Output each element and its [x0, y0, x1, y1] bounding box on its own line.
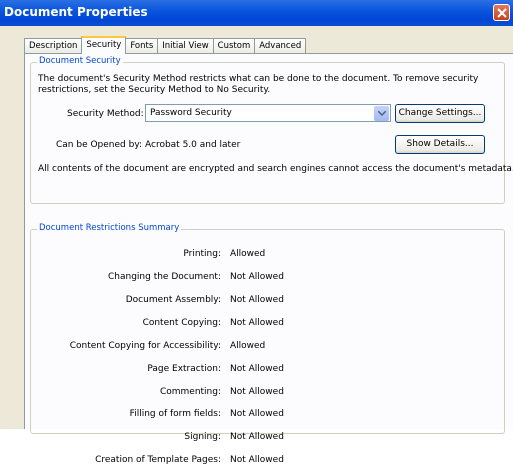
dialog-body: Description Security Fonts Initial View … — [0, 26, 513, 465]
restriction-label: Signing: — [184, 432, 221, 442]
restriction-label: Page Extraction: — [147, 364, 221, 374]
dropdown-arrow[interactable] — [374, 106, 389, 121]
security-method-label: Security Method: — [67, 109, 144, 119]
opened-by-label: Can be Opened by: — [56, 140, 143, 150]
security-description-line2: restrictions, set the Security Method to… — [38, 85, 271, 95]
show-details-button[interactable]: Show Details... — [395, 135, 485, 154]
restriction-value: Allowed — [230, 341, 266, 351]
tab-fonts[interactable]: Fonts — [125, 38, 159, 53]
restriction-label: Commenting: — [159, 387, 221, 397]
restriction-value: Not Allowed — [230, 364, 284, 374]
document-security-legend: Document Security — [37, 56, 123, 66]
security-tab-panel: Document Security The document's Securit… — [24, 53, 513, 465]
change-settings-button[interactable]: Change Settings... — [395, 104, 485, 123]
restriction-label: Filling of form fields: — [129, 409, 221, 419]
restriction-value: Not Allowed — [230, 432, 284, 442]
restriction-label: Changing the Document: — [108, 272, 221, 282]
restriction-label: Document Assembly: — [125, 295, 221, 305]
opened-by-value: Acrobat 5.0 and later — [145, 140, 241, 150]
restriction-label: Content Copying for Accessibility: — [69, 341, 221, 351]
title-bar: Document Properties — [0, 0, 513, 26]
tab-initial-view[interactable]: Initial View — [157, 38, 214, 53]
encryption-note: All contents of the document are encrypt… — [38, 164, 513, 174]
restriction-value: Not Allowed — [230, 295, 284, 305]
chevron-down-icon — [378, 111, 386, 116]
document-security-group: Document Security The document's Securit… — [30, 56, 513, 204]
restriction-value: Not Allowed — [230, 409, 284, 419]
restriction-value: Allowed — [230, 249, 266, 259]
tab-advanced[interactable]: Advanced — [254, 38, 307, 53]
restriction-label: Content Copying: — [142, 318, 221, 328]
window-title: Document Properties — [4, 5, 148, 19]
restrictions-group: Document Restrictions Summary Printing: … — [30, 223, 505, 465]
restriction-value: Not Allowed — [230, 387, 284, 397]
close-button[interactable] — [493, 4, 510, 21]
close-icon — [497, 8, 507, 18]
restriction-label: Creation of Template Pages: — [95, 455, 221, 465]
restriction-value: Not Allowed — [230, 318, 284, 328]
tab-strip: Description Security Fonts Initial View … — [24, 36, 307, 54]
restriction-label: Printing: — [183, 249, 221, 259]
tab-security[interactable]: Security — [81, 36, 127, 54]
restriction-value: Not Allowed — [230, 455, 284, 465]
tab-custom[interactable]: Custom — [212, 38, 256, 53]
tab-description[interactable]: Description — [24, 38, 83, 53]
security-description-line1: The document's Security Method restricts… — [38, 74, 479, 84]
security-method-value: Password Security — [150, 108, 232, 118]
security-method-select[interactable]: Password Security — [145, 104, 391, 122]
restrictions-legend: Document Restrictions Summary — [37, 223, 182, 233]
restriction-value: Not Allowed — [230, 272, 284, 282]
